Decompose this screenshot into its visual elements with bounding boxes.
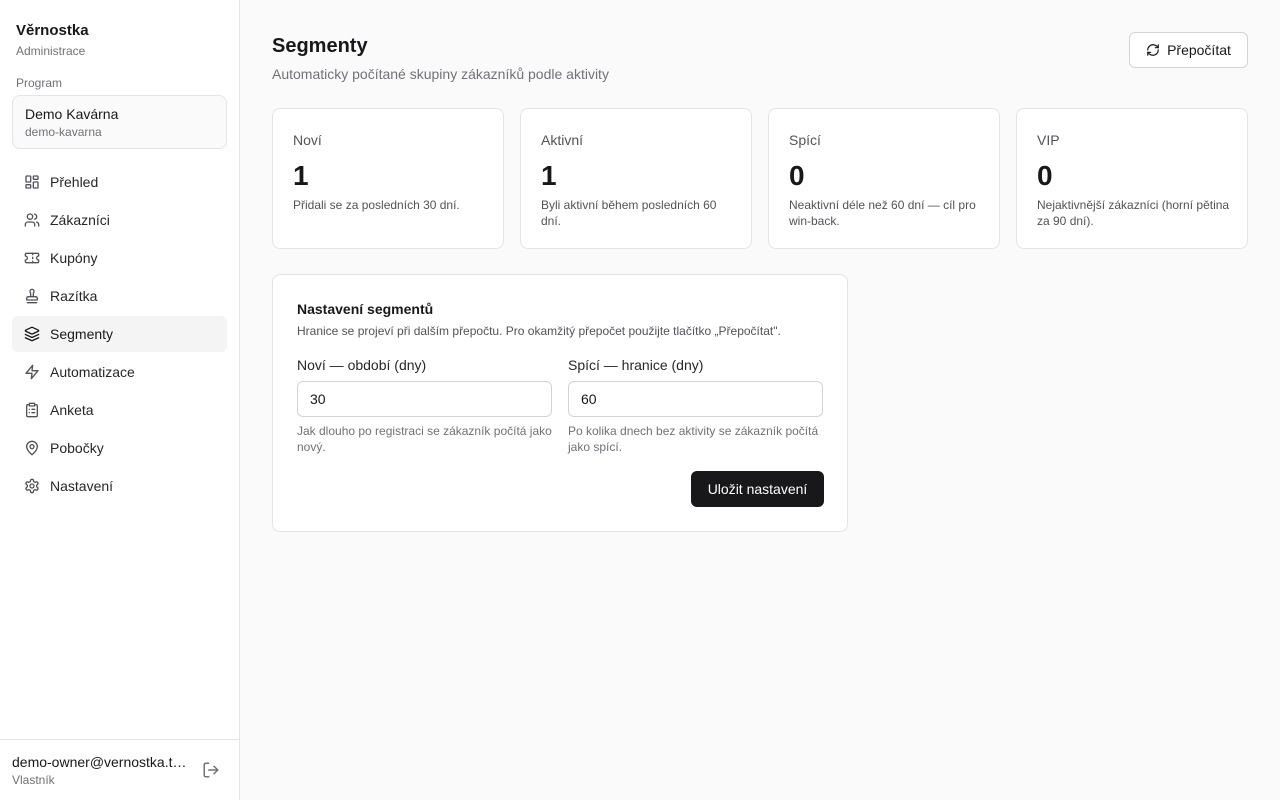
- new-period-input[interactable]: [297, 381, 552, 417]
- brand-title: Věrnostka: [16, 22, 89, 39]
- logout-icon[interactable]: [202, 761, 220, 779]
- sidebar-item-label: Pobočky: [50, 440, 104, 456]
- zap-icon: [25, 364, 39, 380]
- grid-icon: [25, 175, 39, 189]
- sidebar-item-label: Nastavení: [50, 478, 114, 494]
- sidebar-item-razitka[interactable]: Razítka: [12, 278, 227, 314]
- sidebar-item-anketa[interactable]: Anketa: [12, 392, 227, 428]
- users-icon: [24, 213, 40, 227]
- card-label: Spící: [789, 132, 821, 148]
- card-value: 1: [293, 160, 309, 191]
- recalculate-label: Přepočítat: [1167, 42, 1231, 58]
- card-description: Byli aktivní během posledních 60 dní.: [541, 198, 717, 228]
- segment-card-sleeping: Spící 0 Neaktivní déle než 60 dní — cíl …: [768, 108, 1000, 249]
- refresh-icon: [1147, 44, 1159, 56]
- user-panel: demo-owner@vernostka.t… Vlastník: [0, 739, 239, 800]
- clipboard-icon: [26, 402, 38, 418]
- sidebar-item-label: Segmenty: [50, 326, 114, 342]
- card-description: Nejaktivnější zákazníci (horní pětina za…: [1037, 198, 1230, 228]
- program-selector[interactable]: Demo Kavárna demo-kavarna: [12, 95, 227, 149]
- card-value: 1: [541, 160, 557, 191]
- card-description: Neaktivní déle než 60 dní — cíl pro win-…: [789, 198, 976, 228]
- settings-description: Hranice se projeví při dalším přepočtu. …: [297, 324, 781, 338]
- card-label: Aktivní: [541, 132, 584, 148]
- segment-card-active: Aktivní 1 Byli aktivní během posledních …: [520, 108, 752, 249]
- sidebar-item-label: Automatizace: [50, 364, 135, 380]
- user-role: Vlastník: [12, 773, 55, 787]
- card-value: 0: [789, 160, 805, 191]
- new-period-help: Jak dlouho po registraci se zákazník poč…: [297, 424, 552, 454]
- sidebar-item-label: Razítka: [50, 288, 98, 304]
- sidebar-item-zakaznici[interactable]: Zákazníci: [12, 202, 227, 238]
- map-pin-icon: [26, 440, 38, 456]
- sidebar-item-label: Zákazníci: [50, 212, 110, 228]
- segment-settings-panel: Nastavení segmentů Hranice se projeví př…: [272, 274, 848, 532]
- sleep-threshold-input[interactable]: [568, 381, 823, 417]
- card-value: 0: [1037, 160, 1053, 191]
- page-title: Segmenty: [272, 35, 368, 57]
- sidebar-item-prehled[interactable]: Přehled: [12, 164, 227, 200]
- sidebar-item-pobocky[interactable]: Pobočky: [12, 430, 227, 466]
- save-settings-button[interactable]: Uložit nastavení: [691, 471, 824, 507]
- brand-subtitle: Administrace: [16, 44, 86, 58]
- ticket-icon: [24, 252, 40, 264]
- recalculate-button[interactable]: Přepočítat: [1129, 32, 1248, 68]
- layers-icon: [24, 326, 40, 342]
- program-name: Demo Kavárna: [25, 106, 119, 122]
- sidebar-item-label: Anketa: [50, 402, 94, 418]
- stamp-icon: [26, 288, 38, 304]
- segment-card-vip: VIP 0 Nejaktivnější zákazníci (horní pět…: [1016, 108, 1248, 249]
- sleep-threshold-label: Spící — hranice (dny): [568, 357, 704, 373]
- program-slug: demo-kavarna: [25, 125, 102, 139]
- sidebar-nav: Přehled Zákazníci Kupóny Razítka Segment…: [12, 164, 227, 506]
- sidebar-item-label: Přehled: [50, 174, 99, 190]
- sidebar-item-kupony[interactable]: Kupóny: [12, 240, 227, 276]
- sidebar: Věrnostka Administrace Program Demo Kavá…: [0, 0, 240, 800]
- settings-title: Nastavení segmentů: [297, 301, 434, 317]
- sleep-threshold-help: Po kolika dnech bez aktivity se zákazník…: [568, 424, 819, 454]
- user-email: demo-owner@vernostka.t…: [12, 754, 187, 770]
- page-subtitle: Automaticky počítané skupiny zákazníků p…: [272, 66, 609, 82]
- sidebar-item-automatizace[interactable]: Automatizace: [12, 354, 227, 390]
- sidebar-item-label: Kupóny: [50, 250, 98, 266]
- card-label: VIP: [1037, 132, 1060, 148]
- new-period-label: Noví — období (dny): [297, 357, 427, 373]
- sidebar-item-nastaveni[interactable]: Nastavení: [12, 468, 227, 504]
- segment-card-new: Noví 1 Přidali se za posledních 30 dní.: [272, 108, 504, 249]
- card-description: Přidali se za posledních 30 dní.: [293, 198, 460, 212]
- card-label: Noví: [293, 132, 322, 148]
- sidebar-item-segmenty[interactable]: Segmenty: [12, 316, 227, 352]
- program-label: Program: [16, 76, 63, 90]
- gear-icon: [25, 478, 39, 494]
